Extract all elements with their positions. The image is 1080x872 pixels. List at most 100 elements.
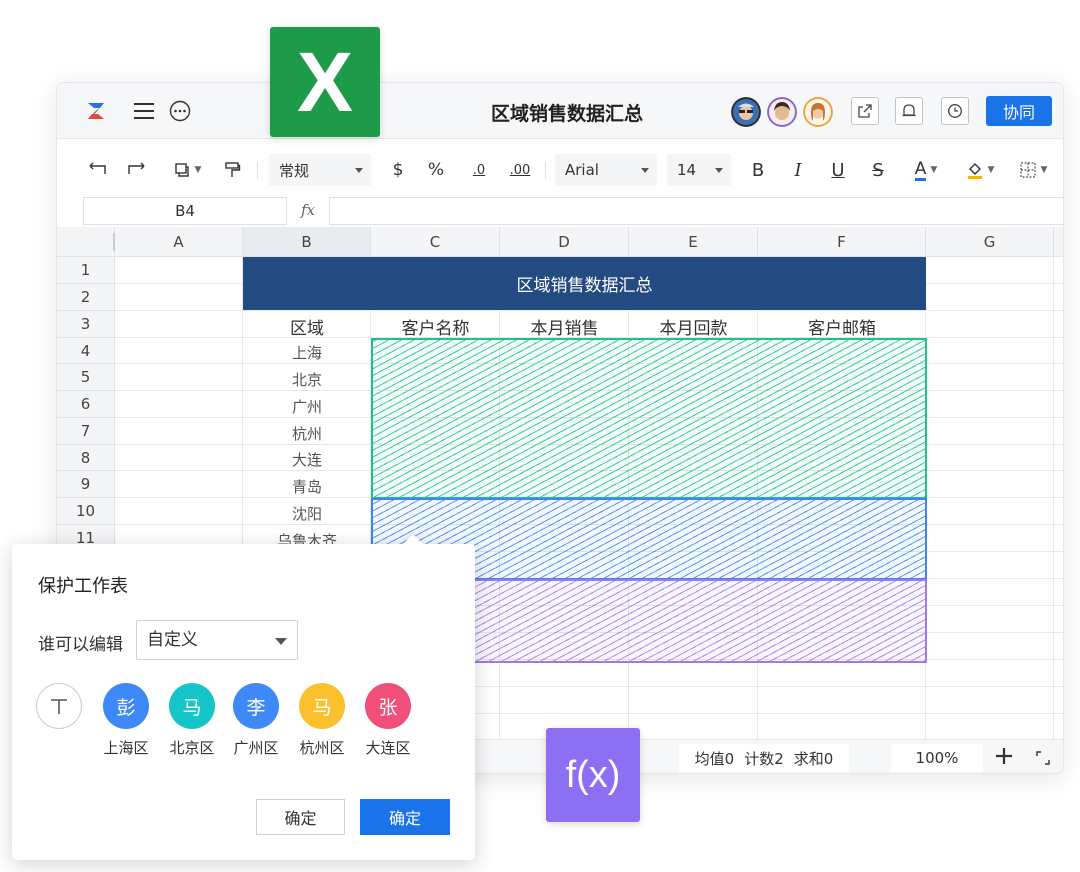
region-cell[interactable]: 大连: [243, 449, 371, 470]
user-region: 大连区: [365, 739, 411, 757]
header-cell[interactable]: 本月回款: [629, 314, 758, 339]
font-color-button[interactable]: A ▼: [905, 159, 947, 181]
undo-button[interactable]: [87, 159, 109, 181]
column-header[interactable]: G: [926, 227, 1054, 257]
percent-button[interactable]: %: [423, 159, 449, 181]
region-cell[interactable]: 沈阳: [243, 503, 371, 524]
header-cell[interactable]: 客户名称: [371, 314, 500, 339]
fullscreen-icon[interactable]: [1035, 750, 1051, 766]
format-painter-button[interactable]: [221, 159, 243, 181]
user-item[interactable]: 李 广州区: [226, 683, 286, 758]
collaborate-button[interactable]: 协同: [986, 96, 1052, 126]
column-header[interactable]: C: [371, 227, 500, 257]
font-family-value: Arial: [565, 161, 599, 179]
row-header[interactable]: 10: [57, 498, 115, 525]
user-region: 杭州区: [299, 739, 345, 757]
font-size-value: 14: [677, 161, 697, 179]
italic-button[interactable]: I: [787, 159, 809, 181]
row-header[interactable]: 4: [57, 338, 115, 364]
decrease-decimal-button[interactable]: .0: [465, 159, 493, 181]
clear-format-button[interactable]: ▼: [167, 159, 207, 181]
who-can-edit-label: 谁可以编辑: [38, 635, 123, 655]
selection-stats: 均值0 计数2 求和0: [679, 744, 849, 772]
header-cell[interactable]: 区域: [243, 314, 371, 339]
paint-brush-icon: [225, 162, 241, 177]
column-header[interactable]: D: [500, 227, 629, 257]
select-all-corner[interactable]: [57, 227, 115, 257]
merged-title-cell[interactable]: 区域销售数据汇总: [243, 257, 926, 310]
formula-input[interactable]: [329, 197, 1063, 225]
formatting-toolbar: ▼ 常规 $ % .0 .00 Arial 14 B I U S A ▼ ▼ ▼: [57, 139, 1063, 195]
fill-color-button[interactable]: ▼: [959, 159, 1001, 181]
user-avatar: 马: [169, 683, 215, 729]
add-user-button[interactable]: [36, 683, 82, 729]
font-size-select[interactable]: 14: [667, 154, 731, 186]
region-cell[interactable]: 北京: [243, 369, 371, 390]
history-button[interactable]: [941, 97, 969, 125]
redo-button[interactable]: [125, 159, 147, 181]
region-cell[interactable]: 上海: [243, 342, 371, 363]
region-cell[interactable]: 青岛: [243, 476, 371, 497]
column-header[interactable]: A: [115, 227, 243, 257]
menu-icon[interactable]: [133, 101, 155, 121]
more-options-icon[interactable]: [169, 100, 191, 122]
share-button[interactable]: [851, 97, 879, 125]
clock-icon: [948, 104, 962, 118]
row-header[interactable]: 3: [57, 311, 115, 338]
user-item[interactable]: 彭 上海区: [96, 683, 156, 758]
who-can-edit-value: 自定义: [147, 630, 198, 650]
bold-button[interactable]: B: [747, 159, 769, 181]
column-header[interactable]: E: [629, 227, 758, 257]
cancel-button[interactable]: 确定: [256, 799, 345, 835]
formula-bar: B4 fx: [57, 195, 1063, 227]
dialog-title: 保护工作表: [38, 576, 128, 597]
user-avatar: 马: [299, 683, 345, 729]
grid-line: [115, 310, 1063, 311]
zoom-in-button[interactable]: [995, 746, 1013, 768]
region-cell[interactable]: 广州: [243, 396, 371, 417]
user-item[interactable]: 马 北京区: [162, 683, 222, 758]
row-header[interactable]: 6: [57, 391, 115, 418]
row-header[interactable]: 9: [57, 471, 115, 498]
confirm-button[interactable]: 确定: [360, 799, 450, 835]
currency-button[interactable]: $: [385, 159, 411, 181]
strikethrough-button[interactable]: S: [867, 159, 889, 181]
font-family-select[interactable]: Arial: [555, 154, 657, 186]
row-header[interactable]: 7: [57, 418, 115, 445]
add-user-icon: [51, 699, 67, 714]
who-can-edit-select[interactable]: 自定义: [136, 620, 298, 660]
zoom-level[interactable]: 100%: [891, 744, 983, 772]
user-region: 广州区: [233, 739, 279, 757]
row-header[interactable]: 8: [57, 445, 115, 471]
column-header[interactable]: B: [243, 227, 371, 257]
title-bar: 区域销售数据汇总 协同: [57, 83, 1063, 139]
chevron-down-icon: ▼: [987, 165, 995, 175]
number-format-select[interactable]: 常规: [269, 154, 371, 186]
region-cell[interactable]: 杭州: [243, 423, 371, 444]
column-header[interactable]: F: [758, 227, 926, 257]
plus-icon: [996, 748, 1012, 764]
toolbar-divider: [257, 161, 258, 179]
collaborator-avatar[interactable]: [731, 97, 761, 127]
person-avatar-icon: [731, 97, 761, 127]
row-header[interactable]: 5: [57, 364, 115, 391]
increase-decimal-button[interactable]: .00: [505, 159, 535, 181]
row-header[interactable]: 1: [57, 257, 115, 284]
header-cell[interactable]: 客户邮箱: [758, 314, 926, 339]
app-logo-icon[interactable]: [85, 100, 107, 122]
header-cell[interactable]: 本月销售: [500, 314, 629, 339]
person-avatar-icon: [803, 97, 833, 127]
row-header[interactable]: 2: [57, 284, 115, 311]
user-item[interactable]: 张 大连区: [358, 683, 418, 758]
borders-button[interactable]: ▼: [1013, 159, 1053, 181]
user-avatar: 李: [233, 683, 279, 729]
protected-range-green[interactable]: [371, 338, 927, 499]
underline-button[interactable]: U: [827, 159, 849, 181]
grid-line: [1053, 257, 1054, 739]
cell-name-box[interactable]: B4: [83, 197, 287, 225]
notification-button[interactable]: [895, 97, 923, 125]
collaborator-avatar[interactable]: [767, 97, 797, 127]
collaborator-avatar[interactable]: [803, 97, 833, 127]
user-item[interactable]: 马 杭州区: [292, 683, 352, 758]
column-header[interactable]: [1054, 227, 1063, 257]
